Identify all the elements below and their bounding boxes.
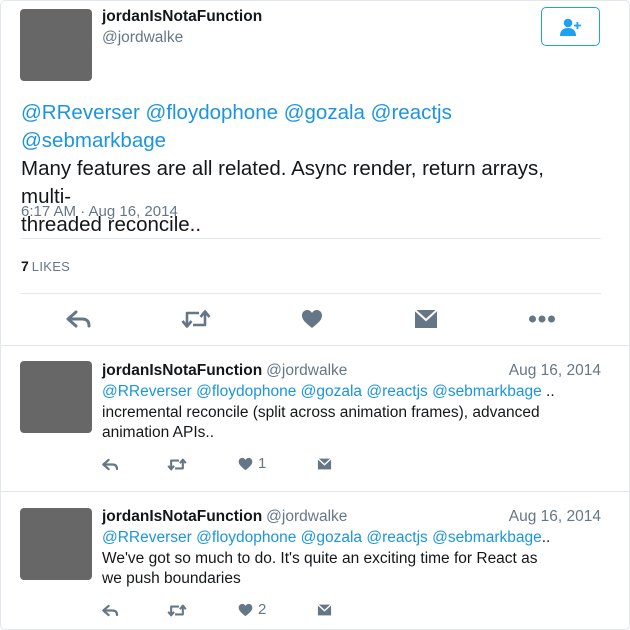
likes-count: 7 (21, 258, 29, 274)
mention-link[interactable]: @sebmarkbage (21, 129, 166, 152)
mention-link[interactable]: @floydophone (196, 383, 296, 400)
divider (1, 491, 629, 492)
like-button[interactable]: 1 (238, 456, 266, 472)
reply-text-suffix: .. (541, 383, 555, 400)
heart-icon (238, 457, 253, 471)
mention-link[interactable]: @RReverser (102, 529, 192, 546)
mention-link[interactable]: @sebmarkbage (432, 529, 542, 546)
reply-text: @RReverser @floydophone @gozala @reactjs… (102, 528, 602, 590)
reply-button[interactable] (66, 309, 92, 329)
reply-author-handle[interactable]: @jordwalke (266, 508, 347, 525)
reply-body-line: we push boundaries (102, 570, 241, 587)
reply-author-name[interactable]: jordanIsNotaFunction (102, 508, 262, 525)
reply-date[interactable]: Aug 16, 2014 (509, 508, 601, 526)
like-count: 2 (258, 601, 267, 618)
mention-link[interactable]: @gozala (301, 383, 362, 400)
divider (21, 238, 601, 239)
tweet-timestamp[interactable]: 6:17 AM · Aug 16, 2014 (21, 203, 178, 221)
direct-message-icon (317, 604, 332, 616)
mention-link[interactable]: @floydophone (145, 101, 278, 124)
author-handle[interactable]: @jordwalke (102, 29, 183, 47)
reply-date[interactable]: Aug 16, 2014 (509, 362, 601, 380)
reply-body-line: incremental reconcile (split across anim… (102, 403, 540, 421)
retweet-icon (167, 604, 187, 617)
author-name[interactable]: jordanIsNotaFunction (102, 8, 262, 26)
mentions-line: @RReverser @floydophone @gozala @reactjs… (102, 528, 602, 549)
reply-body-line: We've got so much to do. It's quite an e… (102, 549, 538, 567)
add-user-icon (559, 18, 581, 36)
mention-link[interactable]: @reactjs (366, 529, 427, 546)
mention-link[interactable]: @gozala (301, 529, 362, 546)
mention-link[interactable]: @floydophone (196, 529, 296, 546)
avatar[interactable] (20, 508, 92, 580)
like-button[interactable] (301, 309, 323, 329)
direct-message-button[interactable] (317, 458, 332, 470)
direct-message-button[interactable] (414, 309, 438, 329)
divider (21, 293, 601, 294)
mention-link[interactable]: @sebmarkbage (432, 383, 542, 400)
retweet-button[interactable] (167, 604, 187, 617)
direct-message-icon (317, 458, 332, 470)
reply-author-line: jordanIsNotaFunction @jordwalke (102, 508, 347, 526)
more-icon (529, 315, 555, 323)
reply-text: @RReverser @floydophone @gozala @reactjs… (102, 382, 602, 444)
follow-button[interactable] (541, 7, 600, 46)
like-count: 1 (258, 455, 267, 472)
reply-button[interactable] (102, 604, 119, 617)
mention-link[interactable]: @RReverser (21, 101, 140, 124)
more-button[interactable] (528, 312, 556, 326)
like-button[interactable]: 2 (238, 602, 266, 618)
retweet-icon (181, 310, 211, 328)
likes-label: LIKES (31, 259, 71, 274)
reply-icon (102, 604, 119, 617)
divider (1, 345, 629, 346)
mentions-line: @RReverser @floydophone @gozala @reactjs… (21, 99, 581, 155)
mentions-line: @RReverser @floydophone @gozala @reactjs… (102, 382, 602, 403)
tweet-card: jordanIsNotaFunction @jordwalke @RRevers… (0, 0, 630, 630)
direct-message-icon (414, 309, 438, 328)
heart-icon (238, 603, 253, 617)
reply-icon (102, 458, 119, 471)
heart-icon (302, 310, 322, 328)
retweet-button[interactable] (181, 309, 211, 329)
avatar[interactable] (20, 361, 92, 433)
retweet-button[interactable] (167, 458, 187, 471)
retweet-icon (167, 458, 187, 471)
reply-body-line: animation APIs.. (102, 424, 215, 441)
direct-message-button[interactable] (317, 604, 332, 616)
mention-link[interactable]: @gozala (284, 101, 365, 124)
reply-button[interactable] (102, 458, 119, 471)
avatar[interactable] (20, 9, 92, 81)
likes-stat[interactable]: 7 LIKES (21, 257, 70, 276)
reply-author-name[interactable]: jordanIsNotaFunction (102, 362, 262, 379)
mention-link[interactable]: @reactjs (366, 383, 427, 400)
mention-link[interactable]: @RReverser (102, 383, 192, 400)
reply-text-suffix: .. (541, 529, 551, 546)
mention-link[interactable]: @reactjs (371, 101, 452, 124)
reply-icon (66, 310, 91, 328)
reply-author-line: jordanIsNotaFunction @jordwalke (102, 362, 347, 380)
reply-author-handle[interactable]: @jordwalke (266, 362, 347, 379)
